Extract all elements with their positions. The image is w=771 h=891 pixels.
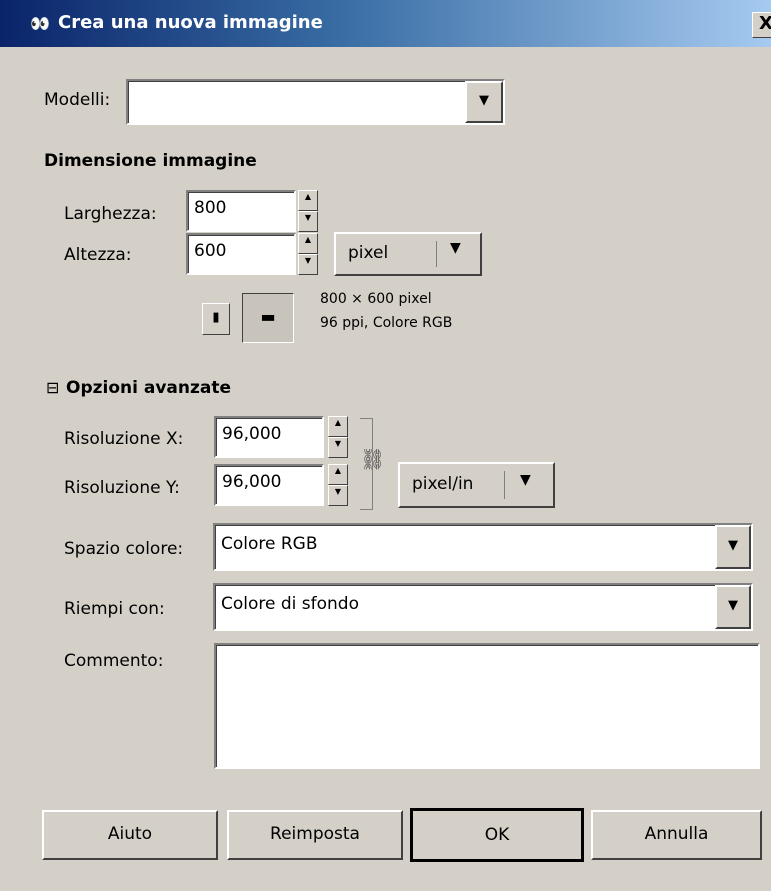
xres-label: Risoluzione X: (64, 429, 184, 449)
advanced-options-heading[interactable]: Opzioni avanzate (66, 378, 231, 398)
templates-label: Modelli: (44, 90, 110, 110)
xres-spinner[interactable]: ▲ ▼ (328, 416, 348, 458)
resolution-unit-dropdown[interactable]: pixel/in ▼ (398, 462, 555, 508)
spin-down-icon[interactable]: ▼ (328, 437, 348, 458)
dropdown-separator (436, 241, 437, 267)
ok-button[interactable]: OK (410, 808, 584, 862)
width-label: Larghezza: (64, 204, 157, 224)
chevron-down-icon: ▼ (728, 598, 738, 613)
fill-dropdown-button[interactable]: ▼ (715, 585, 751, 629)
spin-up-icon[interactable]: ▲ (298, 190, 318, 211)
yres-label: Risoluzione Y: (64, 478, 180, 498)
spin-up-icon[interactable]: ▲ (298, 233, 318, 254)
xres-input[interactable]: 96,000 (214, 416, 324, 458)
dropdown-separator (504, 471, 505, 499)
resolution-unit-value: pixel/in (412, 474, 474, 494)
spin-up-icon[interactable]: ▲ (328, 464, 348, 485)
image-info-dimensions: 800 × 600 pixel (320, 291, 432, 307)
colorspace-combo[interactable]: Colore RGB ▼ (213, 523, 753, 571)
height-label: Altezza: (64, 245, 132, 265)
width-spinner[interactable]: ▲ ▼ (298, 190, 318, 232)
spin-down-icon[interactable]: ▼ (328, 485, 348, 506)
colorspace-value: Colore RGB (221, 534, 318, 554)
cancel-button[interactable]: Annulla (591, 810, 762, 860)
size-unit-value: pixel (348, 243, 389, 263)
help-button[interactable]: Aiuto (42, 810, 218, 860)
colorspace-label: Spazio colore: (64, 539, 184, 559)
templates-dropdown-button[interactable]: ▼ (465, 81, 503, 123)
chain-link-icon[interactable]: ⛓ (360, 447, 385, 471)
templates-combo[interactable]: ▼ (126, 79, 505, 125)
gimp-wilber-icon: 👀 (30, 14, 50, 33)
comment-label: Commento: (64, 651, 164, 671)
chevron-down-icon: ▼ (479, 93, 489, 108)
image-info-resolution: 96 ppi, Colore RGB (320, 315, 453, 331)
colorspace-dropdown-button[interactable]: ▼ (715, 525, 751, 569)
reset-button[interactable]: Reimposta (227, 810, 403, 860)
comment-textarea[interactable] (214, 643, 760, 769)
fill-label: Riempi con: (64, 599, 165, 619)
templates-label-text: Modelli: (44, 90, 111, 110)
width-input[interactable]: 800 (186, 190, 296, 232)
yres-input[interactable]: 96,000 (214, 464, 324, 506)
image-size-heading: Dimensione immagine (44, 151, 257, 171)
chevron-down-icon: ▼ (520, 472, 531, 488)
landscape-icon[interactable]: ▬ (242, 293, 294, 343)
yres-spinner[interactable]: ▲ ▼ (328, 464, 348, 506)
spin-down-icon[interactable]: ▼ (298, 211, 318, 232)
spin-down-icon[interactable]: ▼ (298, 254, 318, 275)
height-input[interactable]: 600 (186, 233, 296, 275)
fill-value: Colore di sfondo (221, 594, 360, 614)
portrait-icon[interactable]: ▮ (202, 303, 230, 335)
window-title: Crea una nuova immagine (58, 12, 323, 33)
spin-up-icon[interactable]: ▲ (328, 416, 348, 437)
chevron-down-icon: ▼ (450, 240, 461, 256)
close-icon: X (759, 13, 771, 34)
collapse-icon[interactable]: ⊟ (46, 378, 59, 397)
close-button[interactable]: X (752, 12, 771, 38)
height-spinner[interactable]: ▲ ▼ (298, 233, 318, 275)
fill-combo[interactable]: Colore di sfondo ▼ (213, 583, 753, 631)
title-bar: 👀 Crea una nuova immagine X (0, 0, 771, 47)
size-unit-dropdown[interactable]: pixel ▼ (334, 232, 482, 276)
chevron-down-icon: ▼ (728, 538, 738, 553)
